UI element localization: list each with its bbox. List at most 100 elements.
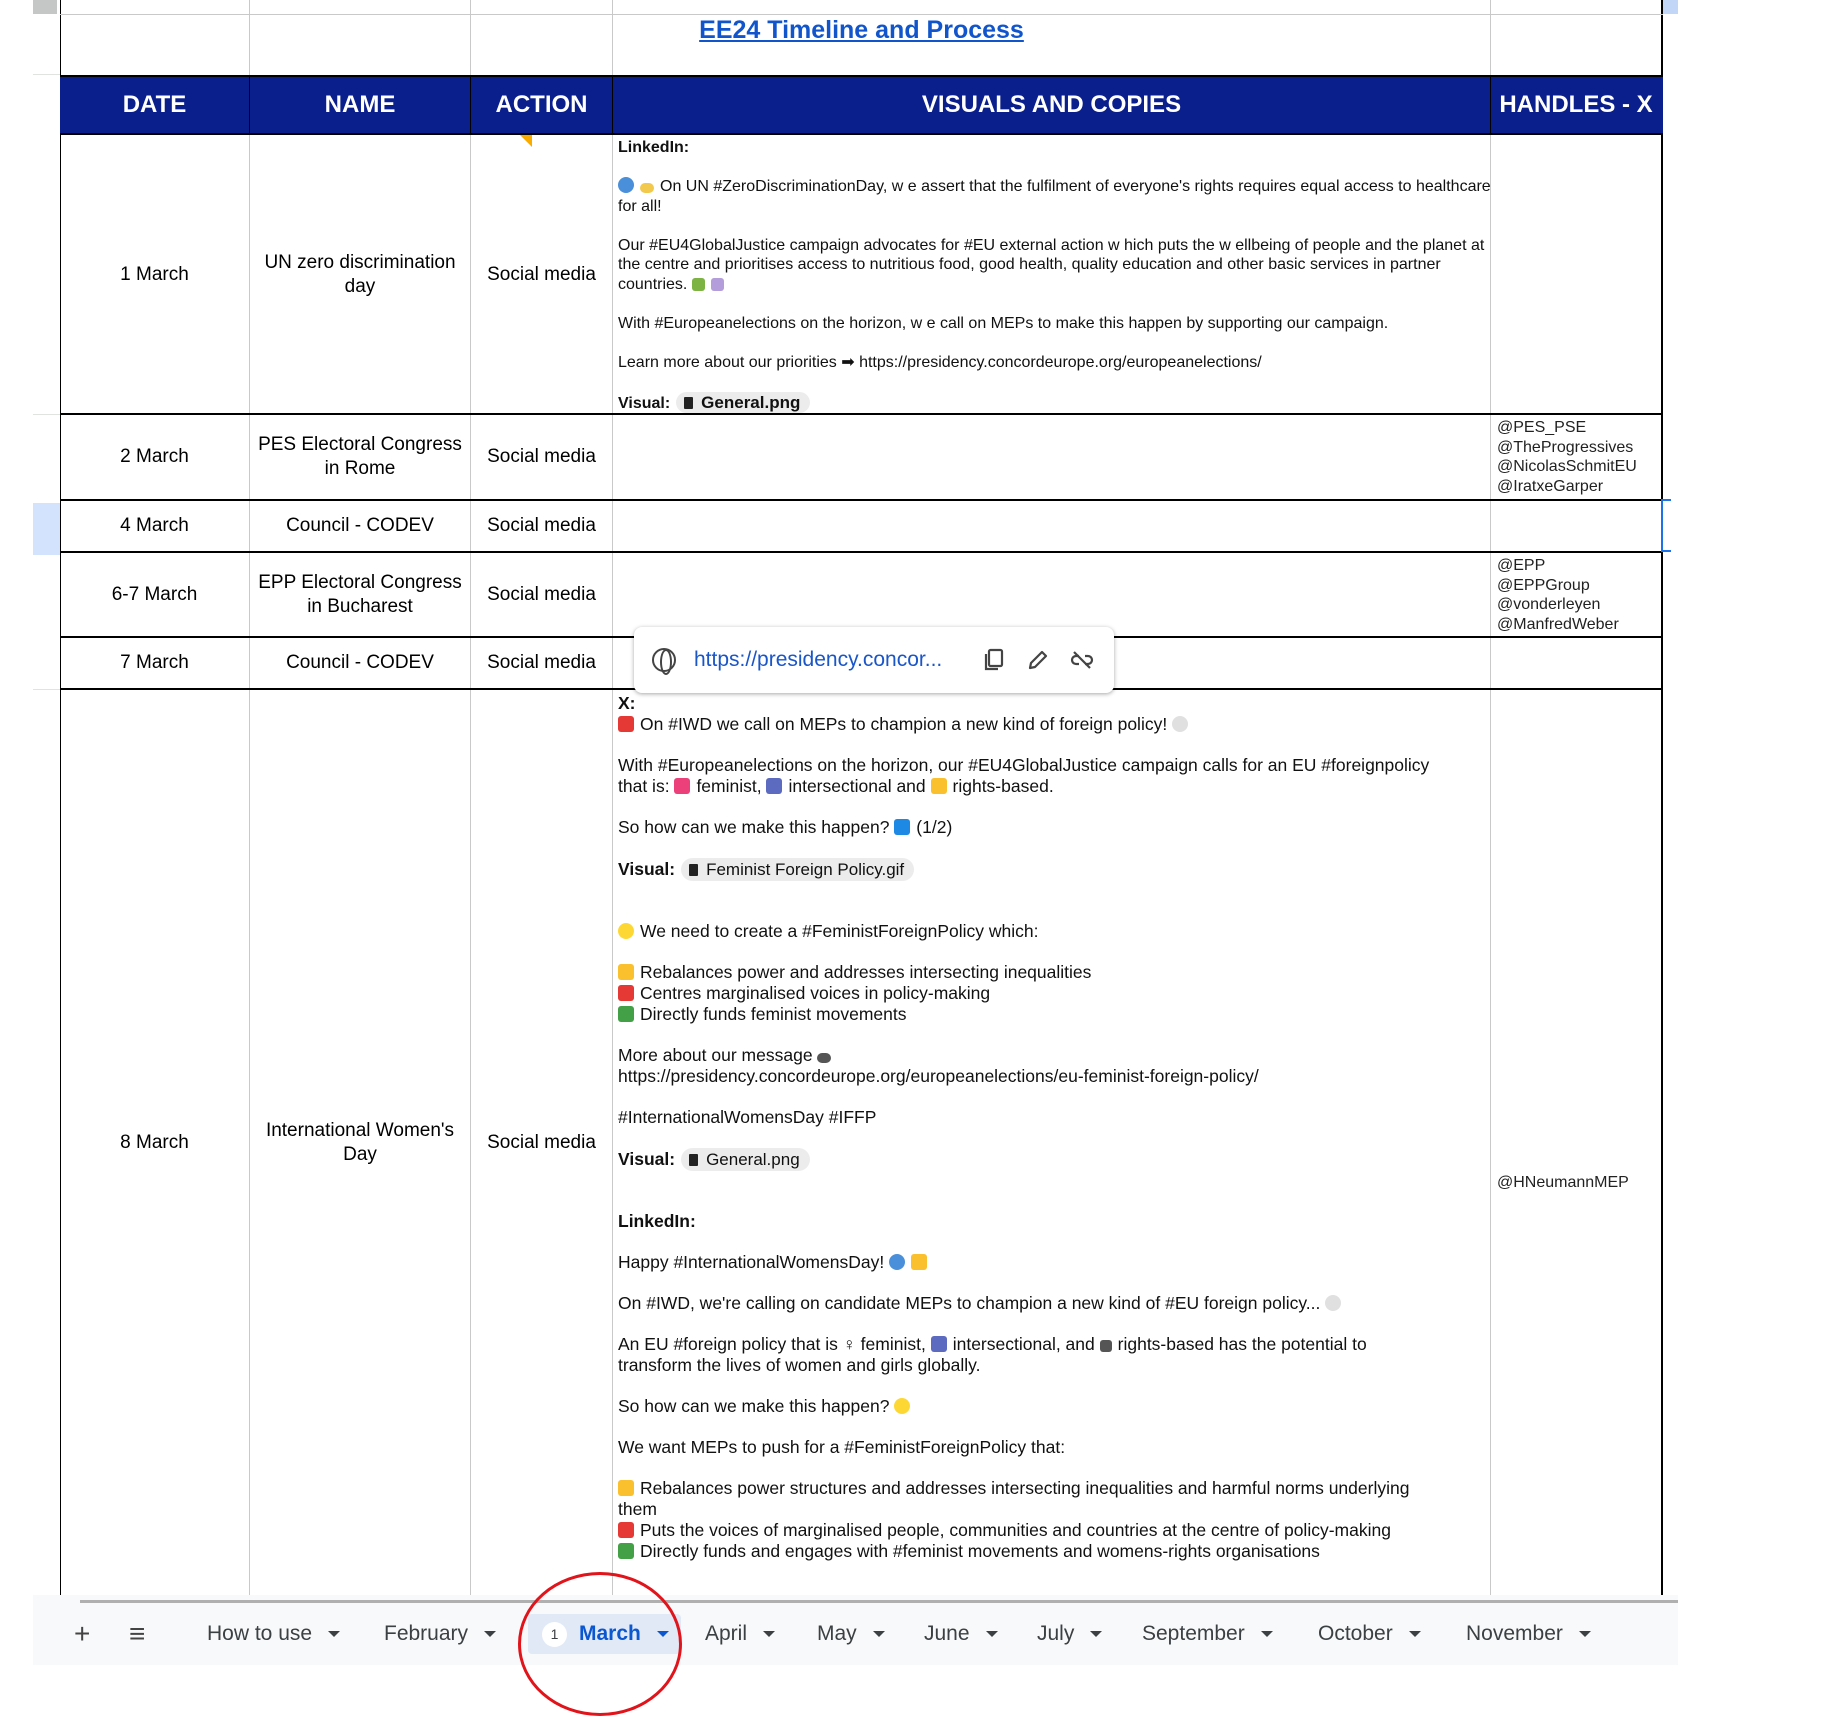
tab-label: June (924, 1622, 970, 1645)
spreadsheet-grid[interactable]: EE24 Timeline and Process DATE NAME ACTI… (60, 0, 1671, 1595)
copy-paragraph: #InternationalWomensDay #IFFP (618, 1107, 877, 1127)
table-row-action[interactable]: Social media (471, 690, 612, 1595)
table-row-name[interactable]: Council - CODEV (250, 501, 470, 551)
link-url[interactable]: https://presidency.concor... (694, 648, 964, 672)
chevron-down-icon[interactable] (1578, 1631, 1591, 1637)
tab-june[interactable]: June (924, 1614, 998, 1654)
table-row-action[interactable]: Social media (471, 638, 612, 688)
table-row-name[interactable]: UN zero discrimination day (250, 137, 470, 413)
platform-label: X: (618, 693, 636, 713)
books-emoji-icon (710, 277, 724, 291)
lightbulb-emoji-icon (618, 923, 634, 939)
tab-november[interactable]: November (1466, 1614, 1591, 1654)
handles-cell-row2[interactable]: @PES_PSE @TheProgressives @NicolasSchmit… (1497, 418, 1637, 496)
handles-cell-row6[interactable]: @HNeumannMEP (1497, 1173, 1629, 1193)
tab-april[interactable]: April (705, 1614, 776, 1654)
chevron-down-icon[interactable] (763, 1631, 776, 1637)
table-row-date[interactable]: 7 March (60, 638, 249, 688)
tab-september[interactable]: September (1142, 1614, 1273, 1654)
visual-line: Visual: Feminist Foreign Policy.gif (618, 858, 1498, 881)
copy-link-icon[interactable] (980, 646, 1008, 674)
plant-emoji-icon (691, 277, 705, 291)
copy-text: Centres marginalised voices in policy-ma… (640, 983, 991, 1003)
tab-label: October (1318, 1622, 1393, 1645)
column-selection-marker (1663, 0, 1678, 14)
table-row-date[interactable]: 6-7 March (60, 553, 249, 636)
tab-label: July (1037, 1622, 1075, 1645)
table-row-name[interactable]: Council - CODEV (250, 638, 470, 688)
handle: @NicolasSchmitEU (1497, 458, 1637, 475)
chevron-down-icon[interactable] (985, 1631, 998, 1637)
horizontal-scrollbar[interactable] (80, 1600, 1678, 1603)
tab-label: May (817, 1622, 857, 1645)
table-row-name[interactable]: PES Electoral Congress in Rome (250, 415, 470, 499)
table-row-action[interactable]: Social media (471, 553, 612, 636)
visual-line: Visual: General.png (618, 391, 1498, 413)
speech-bubble-emoji-icon (1172, 716, 1189, 732)
handles-cell-row4[interactable]: @EPP @EPPGroup @vonderleyen @ManfredWebe… (1497, 556, 1619, 634)
copy-text: that is: (618, 776, 670, 796)
tab-october[interactable]: October (1318, 1614, 1421, 1654)
copy-paragraph: Puts the voices of marginalised people, … (618, 1520, 1498, 1541)
table-row-date[interactable]: 4 March (60, 501, 249, 551)
visuals-cell-row6[interactable]: X: On #IWD we call on MEPs to champion a… (618, 693, 1498, 1562)
all-sheets-menu-icon[interactable]: ≡ (129, 1614, 145, 1654)
handle: @IratxeGarper (1497, 477, 1604, 495)
sheet-title-link[interactable]: EE24 Timeline and Process (60, 16, 1663, 45)
table-row-action[interactable]: Social media (471, 415, 612, 499)
select-all-corner[interactable] (33, 0, 57, 14)
copy-text: intersectional, and (952, 1334, 1095, 1354)
handle: @HNeumannMEP (1497, 1174, 1629, 1191)
table-row-name[interactable]: EPP Electoral Congress in Bucharest (250, 553, 470, 636)
table-row-date[interactable]: 1 March (60, 137, 249, 413)
chevron-down-icon[interactable] (328, 1631, 341, 1637)
file-icon (684, 396, 694, 409)
table-row-name[interactable]: International Women's Day (250, 690, 470, 1595)
flexed-biceps-emoji-icon (911, 1254, 928, 1270)
copy-text: Rebalances power and addresses intersect… (640, 962, 1092, 982)
copy-paragraph: them (618, 1499, 657, 1519)
link-preview-popup: https://presidency.concor... (634, 627, 1114, 693)
table-row-date[interactable]: 8 March (60, 690, 249, 1595)
file-chip[interactable]: General.png (681, 1148, 810, 1171)
add-sheet-button[interactable]: + (74, 1614, 90, 1654)
copy-text: rights-based has the potential to (1117, 1334, 1367, 1354)
copy-text: So how can we make this happen? (618, 817, 890, 837)
copy-paragraph: On #IWD, we're calling on candidate MEPs… (618, 1293, 1498, 1314)
tab-may[interactable]: May (817, 1614, 885, 1654)
file-chip[interactable]: Feminist Foreign Policy.gif (681, 858, 915, 881)
tab-february[interactable]: February (384, 1614, 497, 1654)
tab-how-to-use[interactable]: How to use (207, 1614, 341, 1654)
copy-paragraph: Directly funds feminist movements (618, 1004, 1498, 1025)
copy-paragraph: So how can we make this happen? (1/2) (618, 817, 1498, 838)
chevron-down-icon[interactable] (484, 1631, 497, 1637)
file-chip[interactable]: General.png (676, 391, 811, 413)
tab-label: How to use (207, 1622, 313, 1645)
edit-link-icon[interactable] (1024, 646, 1052, 674)
handle: @ManfredWeber (1497, 615, 1619, 633)
copy-paragraph: Centres marginalised voices in policy-ma… (618, 983, 1498, 1004)
visuals-cell-row1[interactable]: LinkedIn: On UN #ZeroDiscriminationDay, … (618, 138, 1498, 413)
female-sign-emoji-icon (674, 778, 691, 794)
copy-link[interactable]: https://presidency.concordeurope.org/eur… (618, 1066, 1498, 1087)
visual-label: Visual: (618, 1149, 676, 1169)
chevron-down-icon[interactable] (1408, 1631, 1421, 1637)
gutter-divider (33, 414, 60, 415)
grid-line (60, 14, 1663, 15)
table-row-action[interactable]: Social media (471, 501, 612, 551)
chevron-down-icon[interactable] (872, 1631, 885, 1637)
remove-link-icon[interactable] (1068, 646, 1096, 674)
table-row-action[interactable]: Social media (471, 137, 612, 413)
gutter-divider (33, 689, 60, 690)
scales-emoji-icon (930, 778, 947, 794)
chevron-down-icon[interactable] (1260, 1631, 1273, 1637)
copy-paragraph: On UN #ZeroDiscriminationDay, w e assert… (618, 177, 1498, 216)
table-row-date[interactable]: 2 March (60, 415, 249, 499)
speech-bubble-emoji-icon (1325, 1295, 1342, 1311)
handle: @TheProgressives (1497, 438, 1634, 456)
tab-july[interactable]: July (1037, 1614, 1103, 1654)
selection-edge (1661, 499, 1671, 552)
chevron-down-icon[interactable] (1090, 1631, 1103, 1637)
copy-paragraph: Rebalances power and addresses intersect… (618, 962, 1498, 983)
copy-text: (1/2) (916, 817, 953, 837)
